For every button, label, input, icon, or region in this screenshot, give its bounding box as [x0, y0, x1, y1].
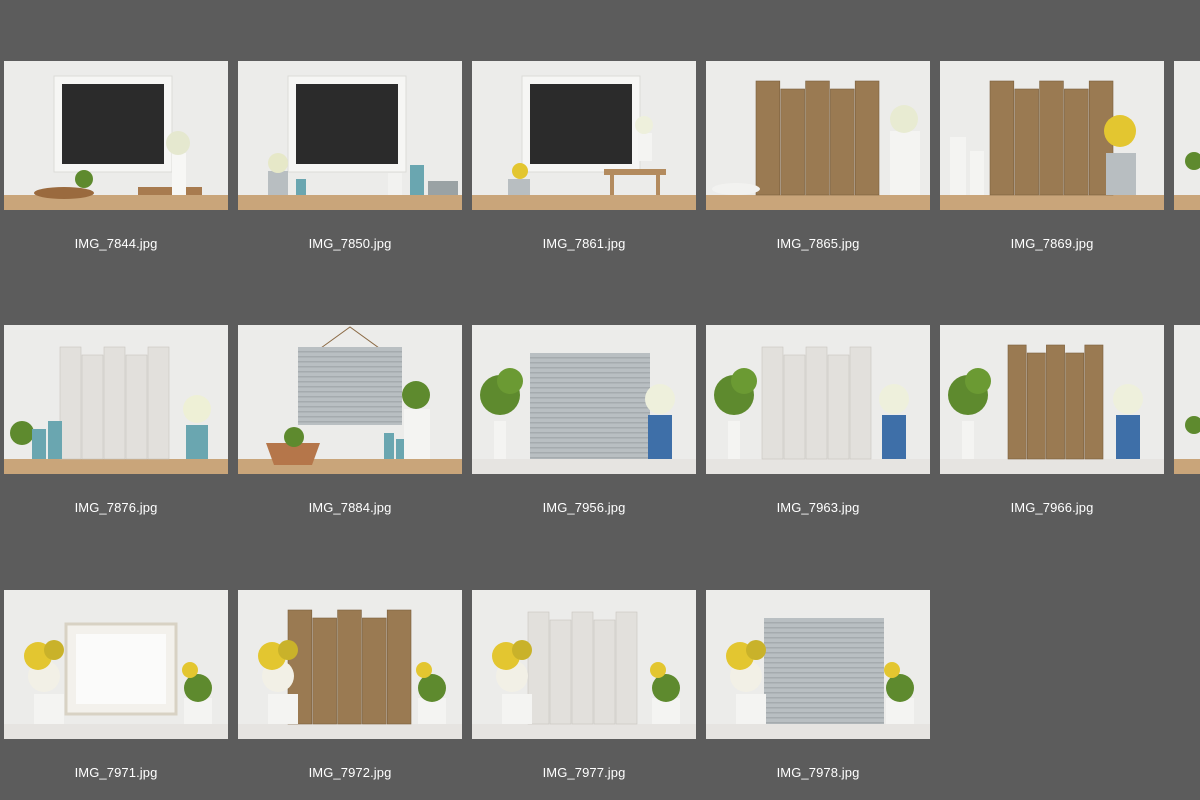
image-thumbnail[interactable] [472, 61, 696, 210]
file-name-label: IMG_7861.jpg [542, 236, 626, 251]
file-name-label: IMG_7978.jpg [776, 765, 860, 780]
file-item[interactable]: IMG_7876.jpg [4, 325, 228, 525]
file-name-label: IMG_7956.jpg [542, 500, 626, 515]
image-thumbnail[interactable] [706, 325, 930, 474]
image-thumbnail [472, 61, 696, 210]
image-thumbnail [1174, 325, 1200, 474]
file-item[interactable]: IMG_7869.jpg [940, 61, 1164, 261]
file-name-label: IMG_7865.jpg [776, 236, 860, 251]
file-item[interactable]: IMG_7963.jpg [706, 325, 930, 525]
file-item[interactable]: IMG_7956.jpg [472, 325, 696, 525]
image-thumbnail [706, 325, 930, 474]
file-grid: IMG_7844.jpg IMG_7850.jpg IMG_7861.jpg IMG_… [0, 0, 1200, 800]
file-name-label: IMG_7972.jpg [308, 765, 392, 780]
image-thumbnail[interactable] [238, 61, 462, 210]
file-item[interactable]: IMG_7844.jpg [4, 61, 228, 261]
file-item[interactable]: IMG_7884.jpg [238, 325, 462, 525]
image-thumbnail[interactable] [706, 590, 930, 739]
image-thumbnail [238, 590, 462, 739]
image-thumbnail [1174, 61, 1200, 210]
image-thumbnail[interactable] [472, 325, 696, 474]
file-item[interactable]: IMG_7971.jpg [4, 590, 228, 790]
image-thumbnail [4, 61, 228, 210]
image-thumbnail [238, 325, 462, 474]
image-thumbnail[interactable] [940, 61, 1164, 210]
image-thumbnail[interactable] [4, 325, 228, 474]
file-item[interactable] [1174, 61, 1200, 261]
image-thumbnail[interactable] [1174, 61, 1200, 210]
file-item[interactable]: IMG_7861.jpg [472, 61, 696, 261]
file-name-label: IMG_7850.jpg [308, 236, 392, 251]
image-thumbnail [4, 590, 228, 739]
image-thumbnail[interactable] [706, 61, 930, 210]
image-thumbnail [706, 590, 930, 739]
image-thumbnail[interactable] [4, 590, 228, 739]
image-thumbnail [472, 590, 696, 739]
image-thumbnail [4, 325, 228, 474]
file-item[interactable]: IMG_7966.jpg [940, 325, 1164, 525]
file-name-label: IMG_7869.jpg [1010, 236, 1094, 251]
file-name-label: IMG_7977.jpg [542, 765, 626, 780]
image-thumbnail[interactable] [238, 325, 462, 474]
file-item[interactable]: IMG_7865.jpg [706, 61, 930, 261]
file-item[interactable]: IMG_7978.jpg [706, 590, 930, 790]
image-thumbnail [706, 61, 930, 210]
file-item[interactable]: IMG_7977.jpg [472, 590, 696, 790]
file-item[interactable]: IMG_7972.jpg [238, 590, 462, 790]
file-name-label: IMG_7876.jpg [74, 500, 158, 515]
file-item[interactable]: IMG_7850.jpg [238, 61, 462, 261]
image-thumbnail [472, 325, 696, 474]
file-name-label: IMG_7963.jpg [776, 500, 860, 515]
image-thumbnail[interactable] [940, 325, 1164, 474]
image-thumbnail [940, 61, 1164, 210]
image-thumbnail[interactable] [4, 61, 228, 210]
image-thumbnail [940, 325, 1164, 474]
image-thumbnail[interactable] [1174, 325, 1200, 474]
file-name-label: IMG_7884.jpg [308, 500, 392, 515]
file-item[interactable] [1174, 325, 1200, 525]
file-name-label: IMG_7844.jpg [74, 236, 158, 251]
image-thumbnail [238, 61, 462, 210]
image-thumbnail[interactable] [238, 590, 462, 739]
file-name-label: IMG_7971.jpg [74, 765, 158, 780]
image-thumbnail[interactable] [472, 590, 696, 739]
file-name-label: IMG_7966.jpg [1010, 500, 1094, 515]
